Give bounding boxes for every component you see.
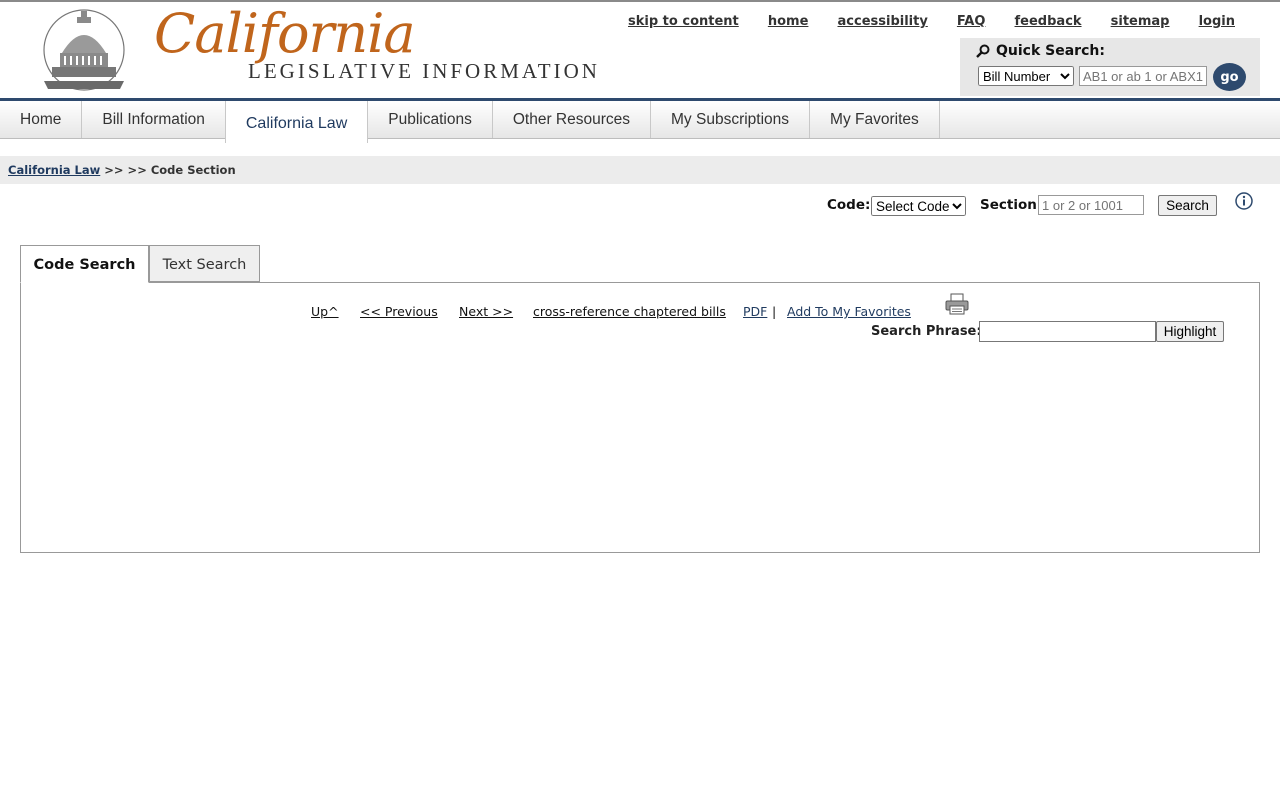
nav-bill-information[interactable]: Bill Information: [82, 101, 226, 138]
quick-search-heading: Quick Search:: [976, 43, 1105, 59]
nav-other-resources[interactable]: Other Resources: [493, 101, 652, 138]
highlight-button[interactable]: Highlight: [1156, 321, 1224, 342]
section-label: Section:: [980, 197, 1043, 213]
breadcrumb: California Law >> >> Code Section: [0, 156, 1280, 184]
main-nav: Home Bill Information California Law Pub…: [0, 98, 1280, 143]
quick-search-panel: Quick Search: Bill Number go: [960, 38, 1260, 96]
utility-links: skip to content home accessibility FAQ f…: [604, 10, 1235, 29]
add-to-favorites-link[interactable]: Add To My Favorites: [787, 304, 911, 319]
search-icon: [976, 44, 990, 58]
tab-text-search[interactable]: Text Search: [149, 245, 260, 282]
printer-icon[interactable]: [945, 293, 969, 315]
next-link[interactable]: Next >>: [459, 304, 513, 319]
quick-search-label: Quick Search:: [996, 43, 1105, 59]
sitemap-link[interactable]: sitemap: [1111, 14, 1170, 29]
code-label: Code:: [827, 197, 871, 213]
login-link[interactable]: login: [1199, 14, 1235, 29]
tab-code-search[interactable]: Code Search: [20, 245, 149, 283]
previous-link[interactable]: << Previous: [360, 304, 438, 319]
info-icon[interactable]: [1235, 192, 1253, 210]
section-input[interactable]: [1038, 195, 1144, 215]
search-phrase-label: Search Phrase:: [871, 324, 982, 339]
nav-my-favorites[interactable]: My Favorites: [810, 101, 940, 138]
cross-reference-link[interactable]: cross-reference chaptered bills: [533, 304, 726, 319]
skip-to-content-link[interactable]: skip to content: [628, 14, 739, 29]
search-phrase-input[interactable]: [979, 321, 1156, 342]
nav-california-law[interactable]: California Law: [224, 101, 369, 143]
pdf-link[interactable]: PDF: [743, 304, 767, 319]
accessibility-link[interactable]: accessibility: [838, 14, 928, 29]
code-select[interactable]: Select Code: [871, 196, 966, 216]
capitol-seal-logo[interactable]: [40, 9, 128, 91]
nav-my-subscriptions[interactable]: My Subscriptions: [651, 101, 811, 138]
quick-search-go-button[interactable]: go: [1213, 63, 1246, 91]
toolbar-separator: |: [772, 304, 777, 319]
quick-search-type-select[interactable]: Bill Number: [978, 66, 1074, 86]
nav-home[interactable]: Home: [0, 101, 83, 138]
nav-publications[interactable]: Publications: [368, 101, 493, 138]
feedback-link[interactable]: feedback: [1015, 14, 1082, 29]
breadcrumb-california-law-link[interactable]: California Law: [8, 163, 100, 177]
breadcrumb-trail: >> >> Code Section: [104, 163, 236, 177]
code-search-button[interactable]: Search: [1158, 195, 1217, 216]
logo-california-text[interactable]: California: [154, 2, 416, 65]
logo-subtitle: LEGISLATIVE INFORMATION: [248, 59, 600, 83]
quick-search-input[interactable]: [1079, 66, 1207, 86]
up-link[interactable]: Up^: [311, 304, 339, 319]
home-link[interactable]: home: [768, 14, 809, 29]
faq-link[interactable]: FAQ: [957, 14, 986, 29]
